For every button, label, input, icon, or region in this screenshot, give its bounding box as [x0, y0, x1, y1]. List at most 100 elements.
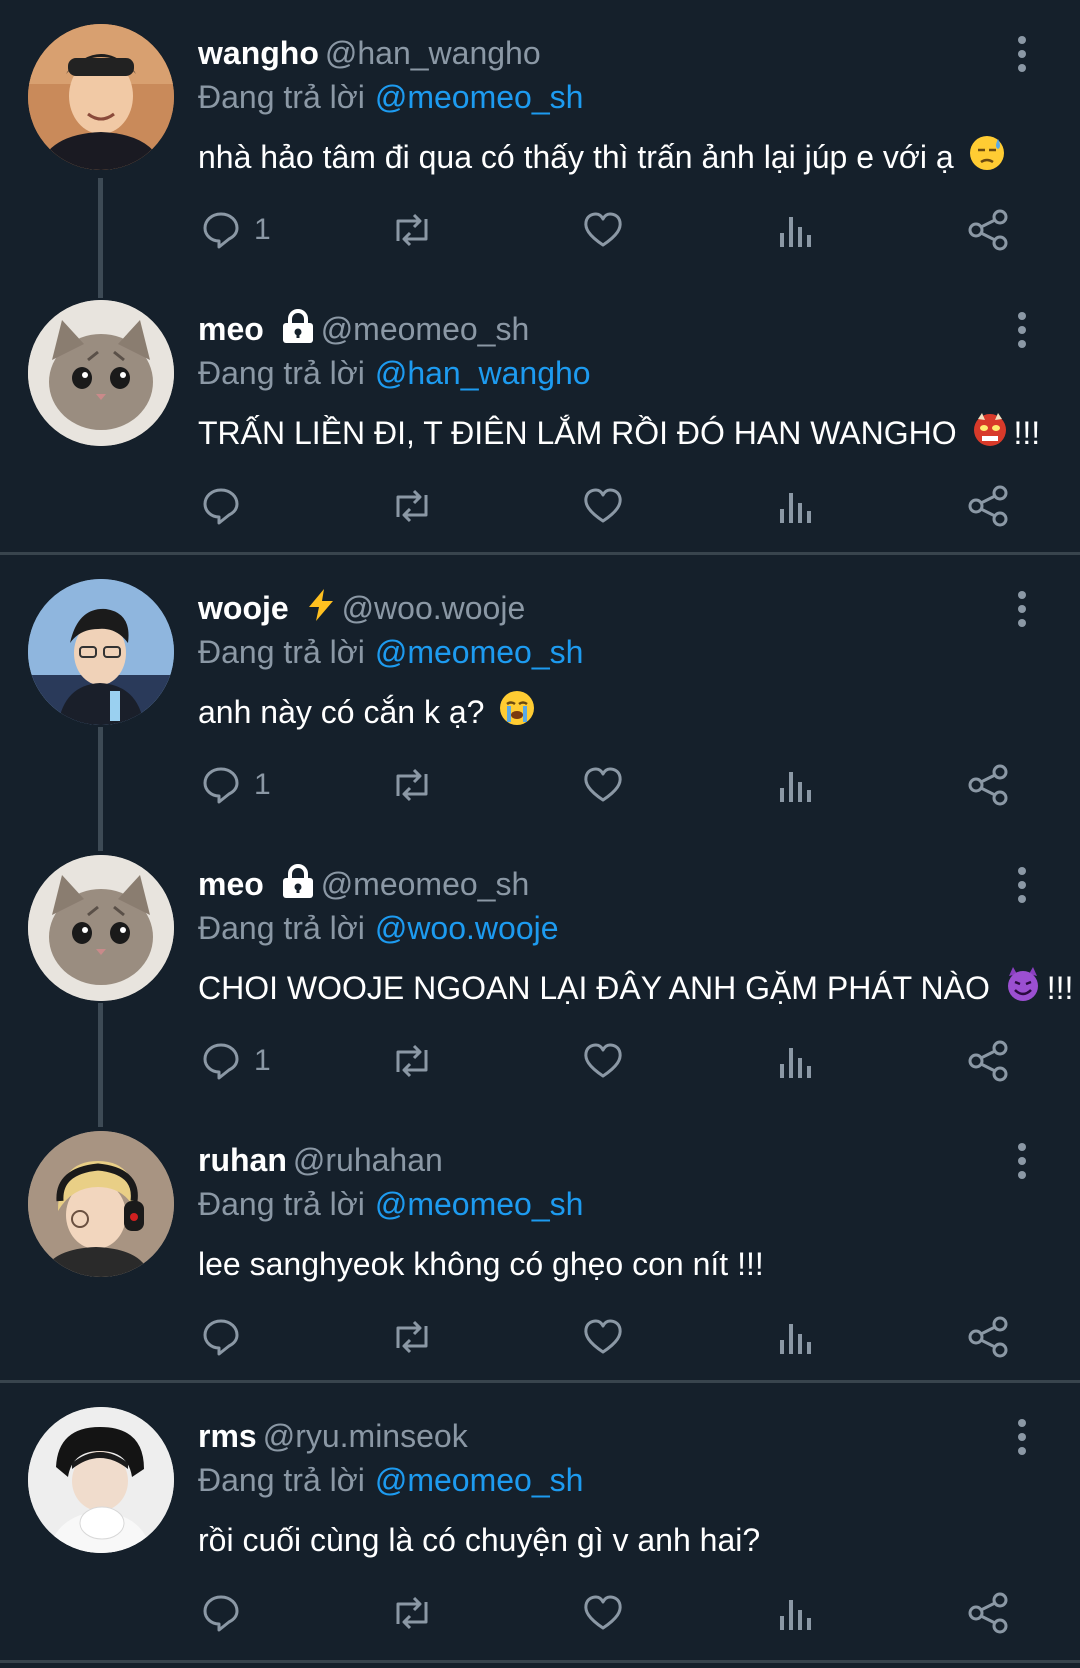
- like-button[interactable]: [582, 755, 624, 815]
- retweet-button[interactable]: [388, 1307, 436, 1367]
- display-name[interactable]: wangho: [198, 35, 319, 71]
- views-button[interactable]: [778, 1031, 814, 1091]
- action-bar: 1: [0, 755, 1080, 815]
- user-handle[interactable]: @woo.wooje: [342, 590, 526, 626]
- views-button[interactable]: [778, 476, 814, 536]
- tweet-text: nhà hảo tâm đi qua có thấy thì trấn ảnh …: [198, 132, 1011, 182]
- avatar[interactable]: [28, 1407, 174, 1553]
- downcast-sweat-emoji: [969, 135, 1005, 185]
- reply-button[interactable]: 1: [200, 755, 271, 815]
- share-icon: [968, 1592, 1008, 1634]
- like-button[interactable]: [582, 200, 624, 260]
- avatar[interactable]: [28, 579, 174, 725]
- user-handle[interactable]: @han_wangho: [325, 35, 541, 71]
- tweet-5[interactable]: rms @ryu.minseok Đang trả lời @meomeo_sh r…: [0, 1383, 1080, 1659]
- display-name[interactable]: meo: [198, 311, 264, 347]
- more-options-icon[interactable]: [1010, 865, 1034, 905]
- views-button[interactable]: [778, 1307, 814, 1367]
- reply-icon: [203, 212, 239, 249]
- share-icon: [968, 1040, 1008, 1082]
- more-options-icon[interactable]: [1010, 1417, 1034, 1457]
- retweet-icon: [396, 768, 428, 802]
- more-options-icon[interactable]: [1010, 34, 1034, 74]
- action-bar: 1: [0, 1031, 1080, 1091]
- ogre-emoji: [972, 411, 1008, 461]
- replying-to: Đang trả lời @han_wangho: [198, 350, 591, 396]
- tweet-header: meo @meomeo_sh: [198, 306, 529, 352]
- action-bar: [0, 1307, 1080, 1367]
- retweet-button[interactable]: [388, 476, 436, 536]
- reply-icon: [203, 1043, 239, 1080]
- retweet-icon: [396, 213, 428, 247]
- share-button[interactable]: [966, 200, 1010, 260]
- retweet-button[interactable]: [388, 1583, 436, 1643]
- tweet-text: CHOI WOOJE NGOAN LẠI ĐÂY ANH GẶM PHÁT NÀ…: [198, 963, 1073, 1013]
- display-name[interactable]: ruhan: [198, 1142, 287, 1178]
- tweet-0[interactable]: wangho @han_wangho Đang trả lời @meomeo_sh…: [0, 0, 1080, 298]
- crying-emoji: [499, 690, 535, 740]
- replying-to: Đang trả lời @meomeo_sh: [198, 1457, 583, 1503]
- display-name[interactable]: meo: [198, 866, 264, 902]
- tweet-1[interactable]: meo @meomeo_sh Đang trả lời @han_wangho T…: [0, 276, 1080, 552]
- reply-target-link[interactable]: @meomeo_sh: [375, 1186, 584, 1222]
- user-handle[interactable]: @ryu.minseok: [263, 1418, 468, 1454]
- reply-button[interactable]: 1: [200, 1031, 271, 1091]
- reply-button[interactable]: [200, 476, 254, 536]
- reply-target-link[interactable]: @meomeo_sh: [375, 634, 584, 670]
- reply-target-link[interactable]: @han_wangho: [375, 355, 591, 391]
- share-button[interactable]: [966, 755, 1010, 815]
- replying-to-label: Đang trả lời: [198, 79, 365, 115]
- tweet-header: rms @ryu.minseok: [198, 1413, 468, 1459]
- more-options-icon[interactable]: [1010, 1141, 1034, 1181]
- tweet-text: TRẤN LIỀN ĐI, T ĐIÊN LẮM RỒI ĐÓ HAN WANG…: [198, 408, 1040, 458]
- reply-icon: [203, 767, 239, 804]
- replying-to-label: Đang trả lời: [198, 1462, 365, 1498]
- retweet-button[interactable]: [388, 755, 436, 815]
- retweet-icon: [396, 1320, 428, 1354]
- more-options-icon[interactable]: [1010, 310, 1034, 350]
- retweet-button[interactable]: [388, 1031, 436, 1091]
- user-handle[interactable]: @ruhahan: [293, 1142, 443, 1178]
- action-bar: [0, 1583, 1080, 1643]
- heart-icon: [584, 488, 622, 523]
- like-button[interactable]: [582, 1307, 624, 1367]
- user-handle[interactable]: @meomeo_sh: [321, 866, 530, 902]
- retweet-icon: [396, 1596, 428, 1630]
- replying-to: Đang trả lời @meomeo_sh: [198, 629, 583, 675]
- tweet-2[interactable]: wooje @woo.wooje Đang trả lời @meomeo_sh …: [0, 555, 1080, 851]
- analytics-icon: [780, 1324, 811, 1354]
- like-button[interactable]: [582, 476, 624, 536]
- share-button[interactable]: [966, 476, 1010, 536]
- like-button[interactable]: [582, 1031, 624, 1091]
- user-handle[interactable]: @meomeo_sh: [321, 311, 530, 347]
- analytics-icon: [780, 1048, 811, 1078]
- lightning-icon: [306, 588, 336, 634]
- share-button[interactable]: [966, 1307, 1010, 1367]
- reply-target-link[interactable]: @meomeo_sh: [375, 1462, 584, 1498]
- share-button[interactable]: [966, 1031, 1010, 1091]
- share-icon: [968, 485, 1008, 527]
- tweet-4[interactable]: ruhan @ruhahan Đang trả lời @meomeo_sh lee…: [0, 1107, 1080, 1383]
- avatar[interactable]: [28, 1131, 174, 1277]
- reply-button[interactable]: [200, 1583, 254, 1643]
- tweet-header: wooje @woo.wooje: [198, 585, 525, 631]
- display-name[interactable]: rms: [198, 1418, 257, 1454]
- avatar[interactable]: [28, 855, 174, 1001]
- share-icon: [968, 209, 1008, 251]
- share-button[interactable]: [966, 1583, 1010, 1643]
- like-button[interactable]: [582, 1583, 624, 1643]
- views-button[interactable]: [778, 755, 814, 815]
- avatar[interactable]: [28, 24, 174, 170]
- heart-icon: [584, 767, 622, 802]
- reply-target-link[interactable]: @woo.wooje: [375, 910, 559, 946]
- display-name[interactable]: wooje: [198, 590, 289, 626]
- reply-button[interactable]: 1: [200, 200, 271, 260]
- reply-button[interactable]: [200, 1307, 254, 1367]
- reply-target-link[interactable]: @meomeo_sh: [375, 79, 584, 115]
- tweet-3[interactable]: meo @meomeo_sh Đang trả lời @woo.wooje CH…: [0, 831, 1080, 1127]
- views-button[interactable]: [778, 200, 814, 260]
- retweet-button[interactable]: [388, 200, 436, 260]
- more-options-icon[interactable]: [1010, 589, 1034, 629]
- views-button[interactable]: [778, 1583, 814, 1643]
- avatar[interactable]: [28, 300, 174, 446]
